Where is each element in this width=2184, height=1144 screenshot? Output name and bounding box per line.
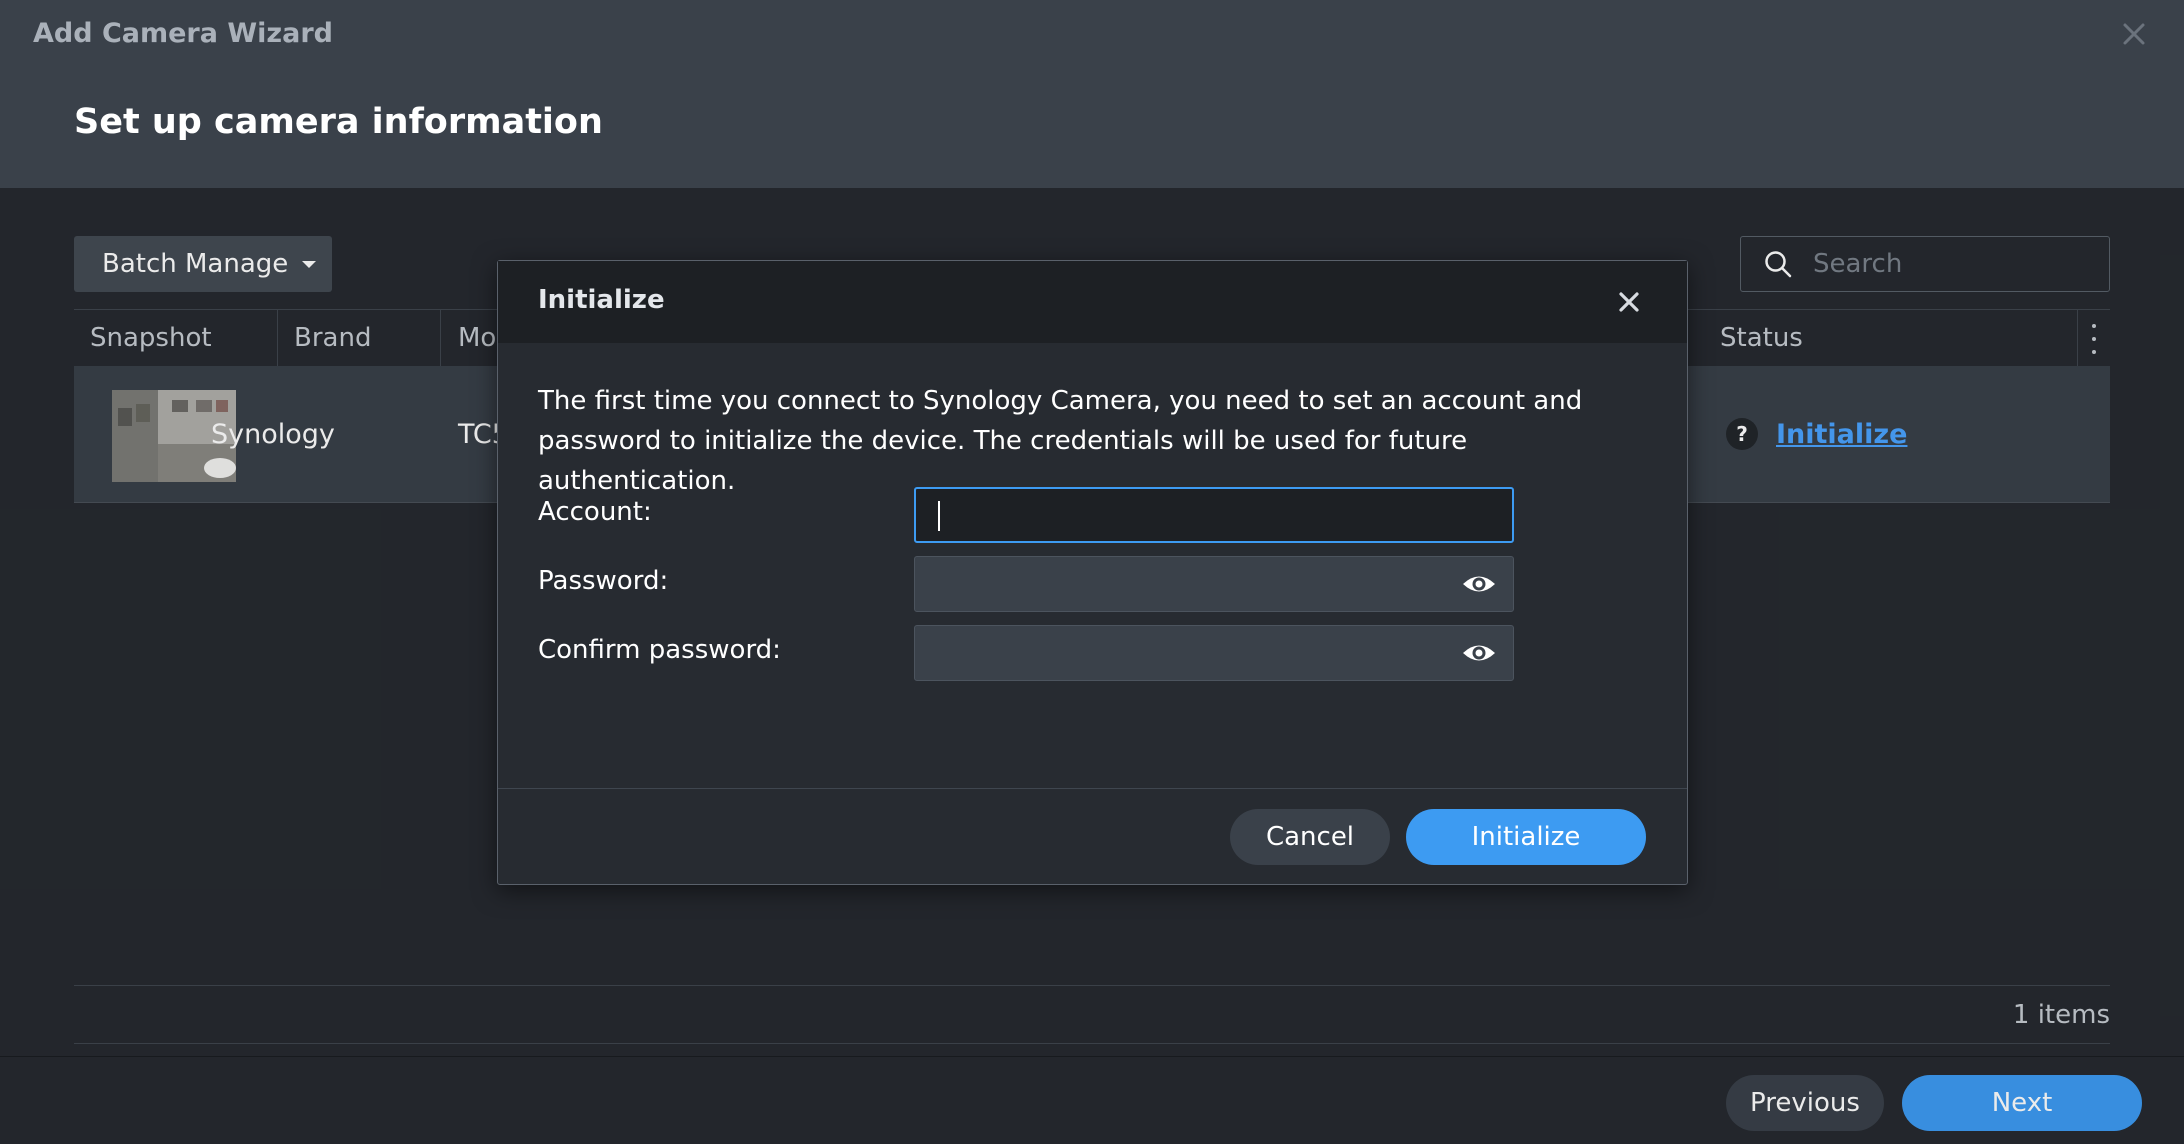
- initialize-dialog: Initialize The first time you connect to…: [497, 260, 1688, 885]
- wizard-header: Add Camera Wizard Set up camera informat…: [0, 0, 2184, 188]
- initialize-button[interactable]: Initialize: [1406, 809, 1646, 865]
- text-cursor: [938, 501, 940, 531]
- close-icon[interactable]: [1614, 287, 1644, 317]
- confirm-password-label: Confirm password:: [538, 635, 781, 665]
- close-icon[interactable]: [2118, 18, 2150, 50]
- dialog-header: Initialize: [498, 261, 1687, 343]
- eye-icon[interactable]: [1461, 569, 1497, 599]
- password-label: Password:: [538, 566, 669, 596]
- window-title: Add Camera Wizard: [33, 18, 333, 49]
- dialog-title: Initialize: [538, 285, 665, 315]
- account-field[interactable]: [914, 487, 1514, 543]
- divider: [498, 788, 1687, 789]
- page-title: Set up camera information: [74, 102, 603, 142]
- eye-icon[interactable]: [1461, 638, 1497, 668]
- cancel-button[interactable]: Cancel: [1230, 809, 1390, 865]
- account-label: Account:: [538, 497, 652, 527]
- confirm-password-field[interactable]: [914, 625, 1514, 681]
- password-field[interactable]: [914, 556, 1514, 612]
- dialog-description: The first time you connect to Synology C…: [538, 386, 1583, 496]
